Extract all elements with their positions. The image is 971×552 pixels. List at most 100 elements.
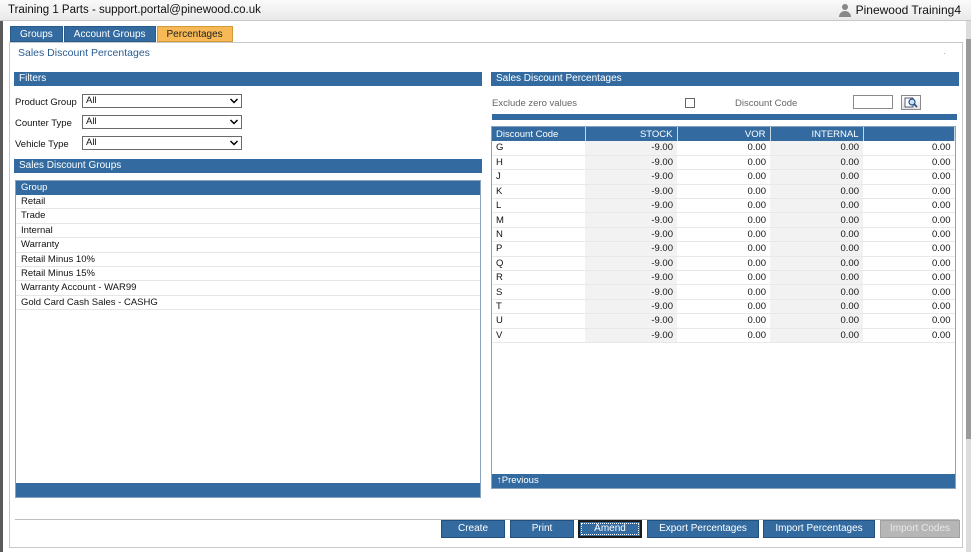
vor-cell: 0.00: [677, 212, 770, 228]
group-row[interactable]: Retail Minus 15%: [16, 267, 480, 282]
vehicle-type-value: All: [86, 137, 97, 148]
discount-code-cell: T: [492, 299, 585, 315]
discount-code-cell: M: [492, 212, 585, 228]
table-row[interactable]: V -9.00 0.00 0.00 0.00: [492, 328, 955, 343]
table-row[interactable]: L -9.00 0.00 0.00 0.00: [492, 198, 955, 214]
stock-cell: -9.00: [585, 184, 677, 200]
internal-cell: 0.00: [770, 241, 863, 257]
column-header-stock[interactable]: STOCK: [585, 127, 678, 141]
user-badge[interactable]: Pinewood Training4: [838, 3, 961, 17]
extra-cell: 0.00: [863, 141, 955, 156]
internal-cell: 0.00: [770, 328, 863, 343]
group-row[interactable]: Retail: [16, 195, 480, 210]
stock-cell: -9.00: [585, 256, 677, 272]
table-row[interactable]: J -9.00 0.00 0.00 0.00: [492, 169, 955, 185]
search-icon: [904, 97, 918, 108]
discount-code-cell: K: [492, 184, 585, 200]
table-row[interactable]: G -9.00 0.00 0.00 0.00: [492, 141, 955, 156]
group-row[interactable]: Trade: [16, 209, 480, 224]
panel-dot: ·: [943, 49, 946, 58]
vehicle-type-label: Vehicle Type: [15, 139, 69, 150]
scrollbar-thumb[interactable]: [966, 39, 971, 439]
main-panel: Sales Discount Percentages · Filters Pro…: [9, 42, 963, 548]
vor-cell: 0.00: [677, 328, 770, 343]
discount-code-cell: V: [492, 328, 585, 343]
stock-cell: -9.00: [585, 155, 677, 171]
extra-cell: 0.00: [863, 198, 955, 214]
group-row[interactable]: Gold Card Cash Sales - CASHG: [16, 296, 480, 311]
vor-cell: 0.00: [677, 184, 770, 200]
column-header-extra[interactable]: [863, 127, 955, 141]
tab-bar: Groups Account Groups Percentages: [10, 26, 233, 42]
page-title: Sales Discount Percentages: [18, 47, 150, 59]
discount-code-cell: U: [492, 313, 585, 329]
extra-cell: 0.00: [863, 155, 955, 171]
table-row[interactable]: M -9.00 0.00 0.00 0.00: [492, 212, 955, 228]
internal-cell: 0.00: [770, 227, 863, 243]
column-header-internal[interactable]: INTERNAL: [770, 127, 864, 141]
vehicle-type-select[interactable]: All: [82, 136, 242, 150]
internal-cell: 0.00: [770, 284, 863, 300]
discount-code-cell: P: [492, 241, 585, 257]
discount-code-input[interactable]: [853, 95, 893, 109]
groups-grid: Group Retail Trade Internal Warranty Ret…: [15, 180, 481, 498]
internal-cell: 0.00: [770, 212, 863, 228]
tab-percentages[interactable]: Percentages: [156, 26, 233, 42]
table-row[interactable]: U -9.00 0.00 0.00 0.00: [492, 313, 955, 329]
print-button[interactable]: Print: [510, 520, 574, 538]
stock-cell: -9.00: [585, 198, 677, 214]
product-group-value: All: [86, 95, 97, 106]
percentages-grid: Discount Code STOCK VOR INTERNAL G -9.00 0…: [491, 126, 956, 489]
table-row[interactable]: T -9.00 0.00 0.00 0.00: [492, 299, 955, 315]
discount-code-cell: N: [492, 227, 585, 243]
internal-cell: 0.00: [770, 169, 863, 185]
group-column-header[interactable]: Group: [16, 181, 480, 195]
stock-cell: -9.00: [585, 299, 677, 315]
create-button[interactable]: Create: [441, 520, 505, 538]
filters-heading: Filters: [14, 72, 482, 86]
import-percentages-button[interactable]: Import Percentages: [763, 520, 875, 538]
stock-cell: -9.00: [585, 241, 677, 257]
vor-cell: 0.00: [677, 299, 770, 315]
export-percentages-button[interactable]: Export Percentages: [647, 520, 759, 538]
product-group-select[interactable]: All: [82, 94, 242, 108]
vor-cell: 0.00: [677, 227, 770, 243]
table-row[interactable]: S -9.00 0.00 0.00 0.00: [492, 284, 955, 300]
table-row[interactable]: N -9.00 0.00 0.00 0.00: [492, 227, 955, 243]
discount-code-cell: S: [492, 284, 585, 300]
table-row[interactable]: Q -9.00 0.00 0.00 0.00: [492, 256, 955, 272]
internal-cell: 0.00: [770, 184, 863, 200]
stock-cell: -9.00: [585, 284, 677, 300]
group-row[interactable]: Warranty: [16, 238, 480, 253]
extra-cell: 0.00: [863, 241, 955, 257]
table-row[interactable]: P -9.00 0.00 0.00 0.00: [492, 241, 955, 257]
column-header-vor[interactable]: VOR: [677, 127, 771, 141]
vor-cell: 0.00: [677, 198, 770, 214]
exclude-zero-checkbox[interactable]: [685, 98, 695, 108]
tab-groups[interactable]: Groups: [10, 26, 63, 42]
discount-code-label: Discount Code: [735, 98, 798, 109]
extra-cell: 0.00: [863, 299, 955, 315]
import-codes-button: Import Codes: [880, 520, 960, 538]
column-header-discount-code[interactable]: Discount Code: [492, 127, 586, 141]
user-name: Pinewood Training4: [855, 3, 961, 17]
group-row[interactable]: Internal: [16, 224, 480, 239]
table-row[interactable]: K -9.00 0.00 0.00 0.00: [492, 184, 955, 200]
group-row[interactable]: Retail Minus 10%: [16, 253, 480, 267]
tab-account-groups[interactable]: Account Groups: [63, 26, 156, 42]
table-row[interactable]: R -9.00 0.00 0.00 0.00: [492, 270, 955, 286]
extra-cell: 0.00: [863, 270, 955, 286]
internal-cell: 0.00: [770, 270, 863, 286]
amend-button[interactable]: Amend: [578, 520, 642, 538]
vor-cell: 0.00: [677, 284, 770, 300]
internal-cell: 0.00: [770, 155, 863, 171]
extra-cell: 0.00: [863, 212, 955, 228]
group-row[interactable]: Warranty Account - WAR99: [16, 281, 480, 296]
previous-link[interactable]: ↑Previous: [492, 474, 955, 488]
table-row[interactable]: H -9.00 0.00 0.00 0.00: [492, 155, 955, 171]
discount-code-search-button[interactable]: [901, 95, 921, 110]
extra-cell: 0.00: [863, 227, 955, 243]
counter-type-select[interactable]: All: [82, 115, 242, 129]
vor-cell: 0.00: [677, 141, 770, 156]
page-scrollbar[interactable]: [966, 21, 971, 552]
